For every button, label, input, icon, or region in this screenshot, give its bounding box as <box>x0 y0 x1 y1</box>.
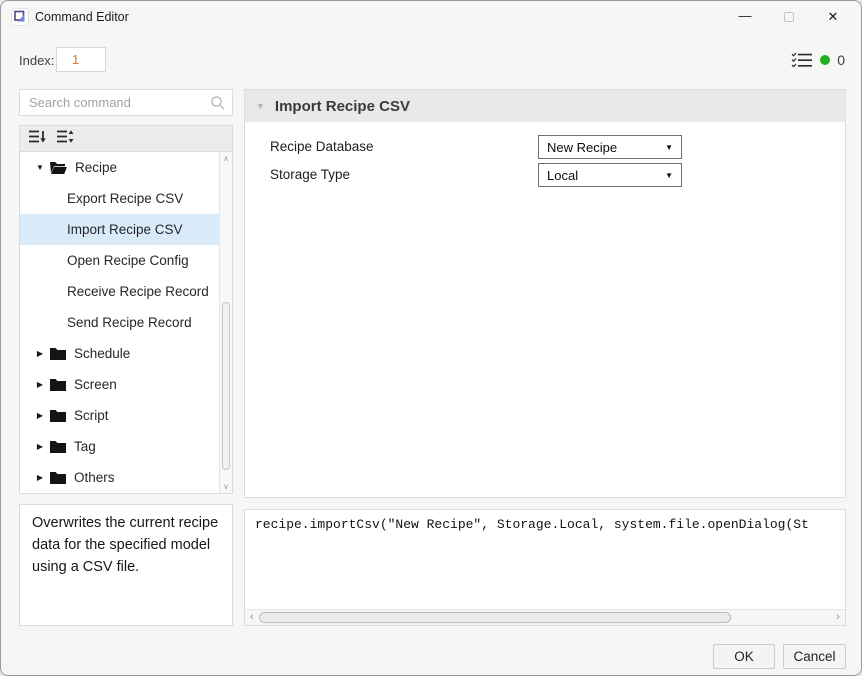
detail-title: Import Recipe CSV <box>275 98 410 115</box>
recipe-database-select[interactable]: New Recipe▼ <box>538 135 682 159</box>
tree-item-label: Script <box>74 408 109 423</box>
status-indicator-icon <box>820 55 830 65</box>
search-input[interactable] <box>20 90 232 115</box>
index-label: Index: <box>19 53 54 68</box>
section-caret-icon[interactable]: ▼ <box>256 101 265 111</box>
ok-button[interactable]: OK <box>713 644 775 669</box>
code-scrollbar-thumb[interactable] <box>259 612 731 623</box>
detail-header[interactable]: ▼ Import Recipe CSV <box>245 90 845 122</box>
tree-item-script[interactable]: ▶ Script <box>20 400 219 431</box>
tree-item-send-recipe-record[interactable]: Send Recipe Record <box>20 307 219 338</box>
scroll-up-icon[interactable]: ∧ <box>220 154 232 163</box>
command-list-icon[interactable] <box>791 52 813 69</box>
tree-item-label: Recipe <box>75 160 117 175</box>
tree-item-label: Schedule <box>74 346 130 361</box>
command-tree: ▼ Recipe Export Recipe CSV Import Recipe CS… <box>20 152 219 493</box>
maximize-button[interactable] <box>767 1 811 33</box>
cancel-button[interactable]: Cancel <box>783 644 846 669</box>
search-box <box>19 89 233 116</box>
search-icon <box>210 95 226 116</box>
tree-item-schedule[interactable]: ▶ Schedule <box>20 338 219 369</box>
tree-item-label: Open Recipe Config <box>20 253 189 268</box>
scroll-right-icon[interactable]: › <box>831 610 845 625</box>
maximize-icon <box>784 12 794 22</box>
tree-toolbar <box>20 126 232 152</box>
storage-type-value: Local <box>547 168 665 183</box>
chevron-down-icon: ▼ <box>665 143 673 152</box>
chevron-collapsed-icon[interactable]: ▶ <box>33 349 47 358</box>
expand-all-icon[interactable] <box>56 129 75 149</box>
command-tree-panel: ▼ Recipe Export Recipe CSV Import Recipe CS… <box>19 125 233 494</box>
folder-icon <box>50 347 66 360</box>
collapse-all-icon[interactable] <box>28 129 47 149</box>
command-editor-window: Command Editor — ✕ Index: 0 <box>0 0 862 676</box>
folder-icon <box>50 440 66 453</box>
tree-item-label: Screen <box>74 377 117 392</box>
status-count: 0 <box>837 52 845 68</box>
tree-item-label: Send Recipe Record <box>20 315 192 330</box>
tree-item-label: Others <box>74 470 115 485</box>
code-preview-panel: recipe.importCsv("New Recipe", Storage.L… <box>244 509 846 626</box>
tree-vertical-scrollbar[interactable]: ∧ ∨ <box>219 152 232 493</box>
folder-icon <box>50 409 66 422</box>
folder-icon <box>50 378 66 391</box>
folder-icon <box>50 471 66 484</box>
tree-item-receive-recipe-record[interactable]: Receive Recipe Record <box>20 276 219 307</box>
window-controls: — ✕ <box>723 1 855 33</box>
form-row-recipe-database: Recipe Database New Recipe▼ <box>245 135 845 159</box>
tree-item-export-recipe-csv[interactable]: Export Recipe CSV <box>20 183 219 214</box>
folder-open-icon <box>50 161 67 174</box>
tree-item-import-recipe-csv[interactable]: Import Recipe CSV <box>20 214 219 245</box>
index-input[interactable] <box>56 47 106 72</box>
scroll-down-icon[interactable]: ∨ <box>220 482 232 491</box>
detail-form: Recipe DatabaseNew Recipe▼Storage TypeLo… <box>245 122 845 497</box>
chevron-expanded-icon[interactable]: ▼ <box>33 163 47 172</box>
minimize-icon: — <box>739 8 752 23</box>
tree-item-tag[interactable]: ▶ Tag <box>20 431 219 462</box>
tree-item-label: Receive Recipe Record <box>20 284 209 299</box>
chevron-collapsed-icon[interactable]: ▶ <box>33 442 47 451</box>
recipe-database-value: New Recipe <box>547 140 665 155</box>
command-detail-panel: ▼ Import Recipe CSV Recipe Database New R… <box>244 89 846 498</box>
chevron-down-icon: ▼ <box>665 171 673 180</box>
tree-scrollbar-thumb[interactable] <box>222 302 230 470</box>
recipe-database-label: Recipe Database <box>270 139 374 154</box>
window-title: Command Editor <box>35 1 129 33</box>
tree-item-recipe[interactable]: ▼ Recipe <box>20 152 219 183</box>
tree-item-label: Export Recipe CSV <box>20 191 183 206</box>
code-horizontal-scrollbar[interactable]: ‹ › <box>245 609 845 625</box>
minimize-button[interactable]: — <box>723 1 767 33</box>
title-bar: Command Editor — ✕ <box>1 1 861 33</box>
tree-item-open-recipe-config[interactable]: Open Recipe Config <box>20 245 219 276</box>
tree-item-label: Tag <box>74 439 96 454</box>
generated-code: recipe.importCsv("New Recipe", Storage.L… <box>255 517 845 532</box>
storage-type-select[interactable]: Local▼ <box>538 163 682 187</box>
storage-type-label: Storage Type <box>270 167 350 182</box>
close-icon: ✕ <box>828 9 839 25</box>
tree-item-label: Import Recipe CSV <box>20 222 183 237</box>
tree-item-screen[interactable]: ▶ Screen <box>20 369 219 400</box>
scroll-left-icon[interactable]: ‹ <box>245 610 259 625</box>
command-description: Overwrites the current recipe data for t… <box>19 504 233 626</box>
app-logo-icon <box>11 8 29 26</box>
tree-item-others[interactable]: ▶ Others <box>20 462 219 493</box>
close-button[interactable]: ✕ <box>811 1 855 33</box>
chevron-collapsed-icon[interactable]: ▶ <box>33 380 47 389</box>
status-cluster: 0 <box>791 50 845 70</box>
chevron-collapsed-icon[interactable]: ▶ <box>33 411 47 420</box>
form-row-storage-type: Storage Type Local▼ <box>245 163 845 187</box>
chevron-collapsed-icon[interactable]: ▶ <box>33 473 47 482</box>
